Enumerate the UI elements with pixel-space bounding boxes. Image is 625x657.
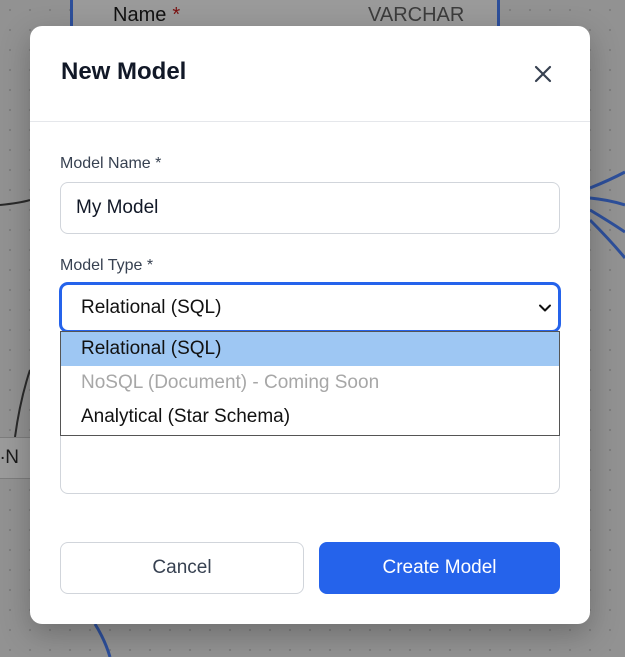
model-type-label: Model Type * bbox=[60, 257, 154, 274]
create-model-button-label: Create Model bbox=[382, 557, 497, 578]
chevron-down-icon bbox=[539, 304, 551, 312]
description-field-partially-hidden[interactable] bbox=[60, 435, 560, 494]
dialog-header: New Model bbox=[30, 26, 590, 122]
background-node-label: ∙N bbox=[0, 447, 19, 468]
background-field-name: Name * bbox=[113, 4, 180, 27]
create-model-button[interactable]: Create Model bbox=[319, 542, 560, 594]
model-type-select[interactable]: Relational (SQL) bbox=[60, 283, 560, 332]
close-button[interactable] bbox=[530, 61, 556, 87]
option-analytical-star-schema[interactable]: Analytical (Star Schema) bbox=[61, 400, 559, 434]
model-name-input[interactable] bbox=[60, 182, 560, 234]
model-type-dropdown: Relational (SQL) NoSQL (Document) - Comi… bbox=[60, 331, 560, 436]
model-name-label: Model Name * bbox=[60, 155, 162, 172]
option-relational-sql[interactable]: Relational (SQL) bbox=[61, 332, 559, 366]
close-icon bbox=[534, 65, 552, 83]
model-type-selected-value: Relational (SQL) bbox=[81, 297, 222, 318]
cancel-button-label: Cancel bbox=[152, 557, 212, 578]
background-field-type: VARCHAR bbox=[368, 4, 465, 26]
background-field-name-text: Name bbox=[113, 4, 167, 26]
option-nosql-document: NoSQL (Document) - Coming Soon bbox=[81, 372, 380, 393]
background-required-marker: * bbox=[172, 4, 181, 26]
new-model-dialog: New Model Model Name * Model Type * Rela… bbox=[30, 26, 590, 624]
cancel-button[interactable]: Cancel bbox=[60, 542, 304, 594]
dialog-title: New Model bbox=[61, 58, 187, 85]
